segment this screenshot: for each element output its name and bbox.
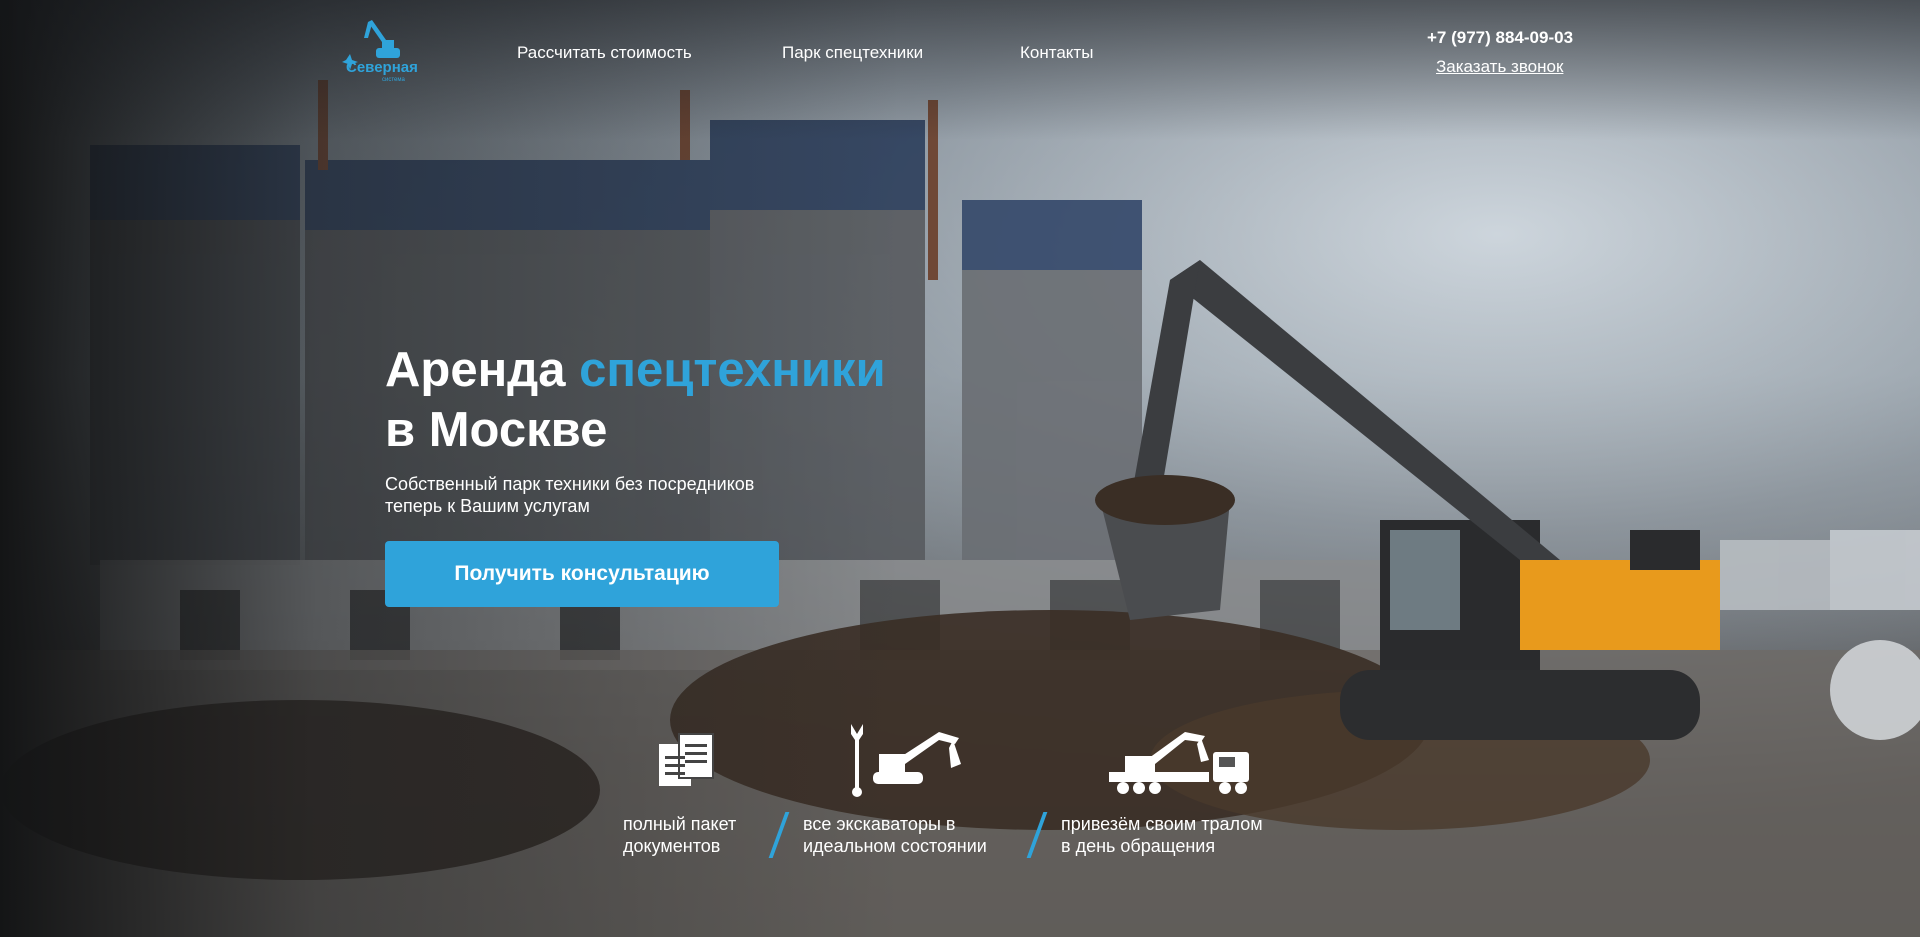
nav-contacts[interactable]: Контакты (1020, 43, 1093, 63)
order-callback-link[interactable]: Заказать звонок (1436, 57, 1563, 77)
feature-excavators-line2: идеальном состоянии (803, 836, 987, 856)
logo-text: Северная (346, 59, 418, 76)
wrench-excavator-icon (851, 724, 961, 797)
excavator-logo-icon: Северная система (342, 20, 418, 83)
feature-delivery-line1: привезём своим тралом (1061, 814, 1263, 834)
logo[interactable]: Северная система (338, 18, 426, 84)
title-accent: спецтехники (579, 343, 886, 397)
phone-number[interactable]: +7 (977) 884-09-03 (1427, 28, 1573, 48)
subtitle-line1: Собственный парк техники без посредников (385, 474, 755, 494)
feature-excavators: все экскаваторы в идеальном состоянии (803, 813, 987, 857)
feature-documents-line2: документов (623, 836, 721, 856)
feature-documents-line1: полный пакет (623, 814, 737, 834)
feature-documents: полный пакет документов (623, 813, 736, 857)
subtitle-line2: теперь к Вашим услугам (385, 496, 590, 516)
page-title: Аренда спецтехники в Москве (385, 340, 886, 460)
title-line2: в Москве (385, 403, 608, 457)
nav-calculate-cost[interactable]: Рассчитать стоимость (517, 43, 692, 63)
feature-delivery: привезём своим тралом в день обращения (1061, 813, 1263, 857)
title-part1: Аренда (385, 343, 580, 397)
documents-icon (659, 733, 714, 786)
feature-excavators-line1: все экскаваторы в (803, 814, 956, 834)
hero-subtitle: Собственный парк техники без посредников… (385, 473, 845, 517)
feature-delivery-line2: в день обращения (1061, 836, 1216, 856)
nav-equipment-fleet[interactable]: Парк спецтехники (782, 43, 923, 63)
get-consultation-button[interactable]: Получить консультацию (385, 541, 779, 607)
logo-subtext: система (382, 77, 405, 83)
truck-trailer-icon (1109, 732, 1249, 794)
